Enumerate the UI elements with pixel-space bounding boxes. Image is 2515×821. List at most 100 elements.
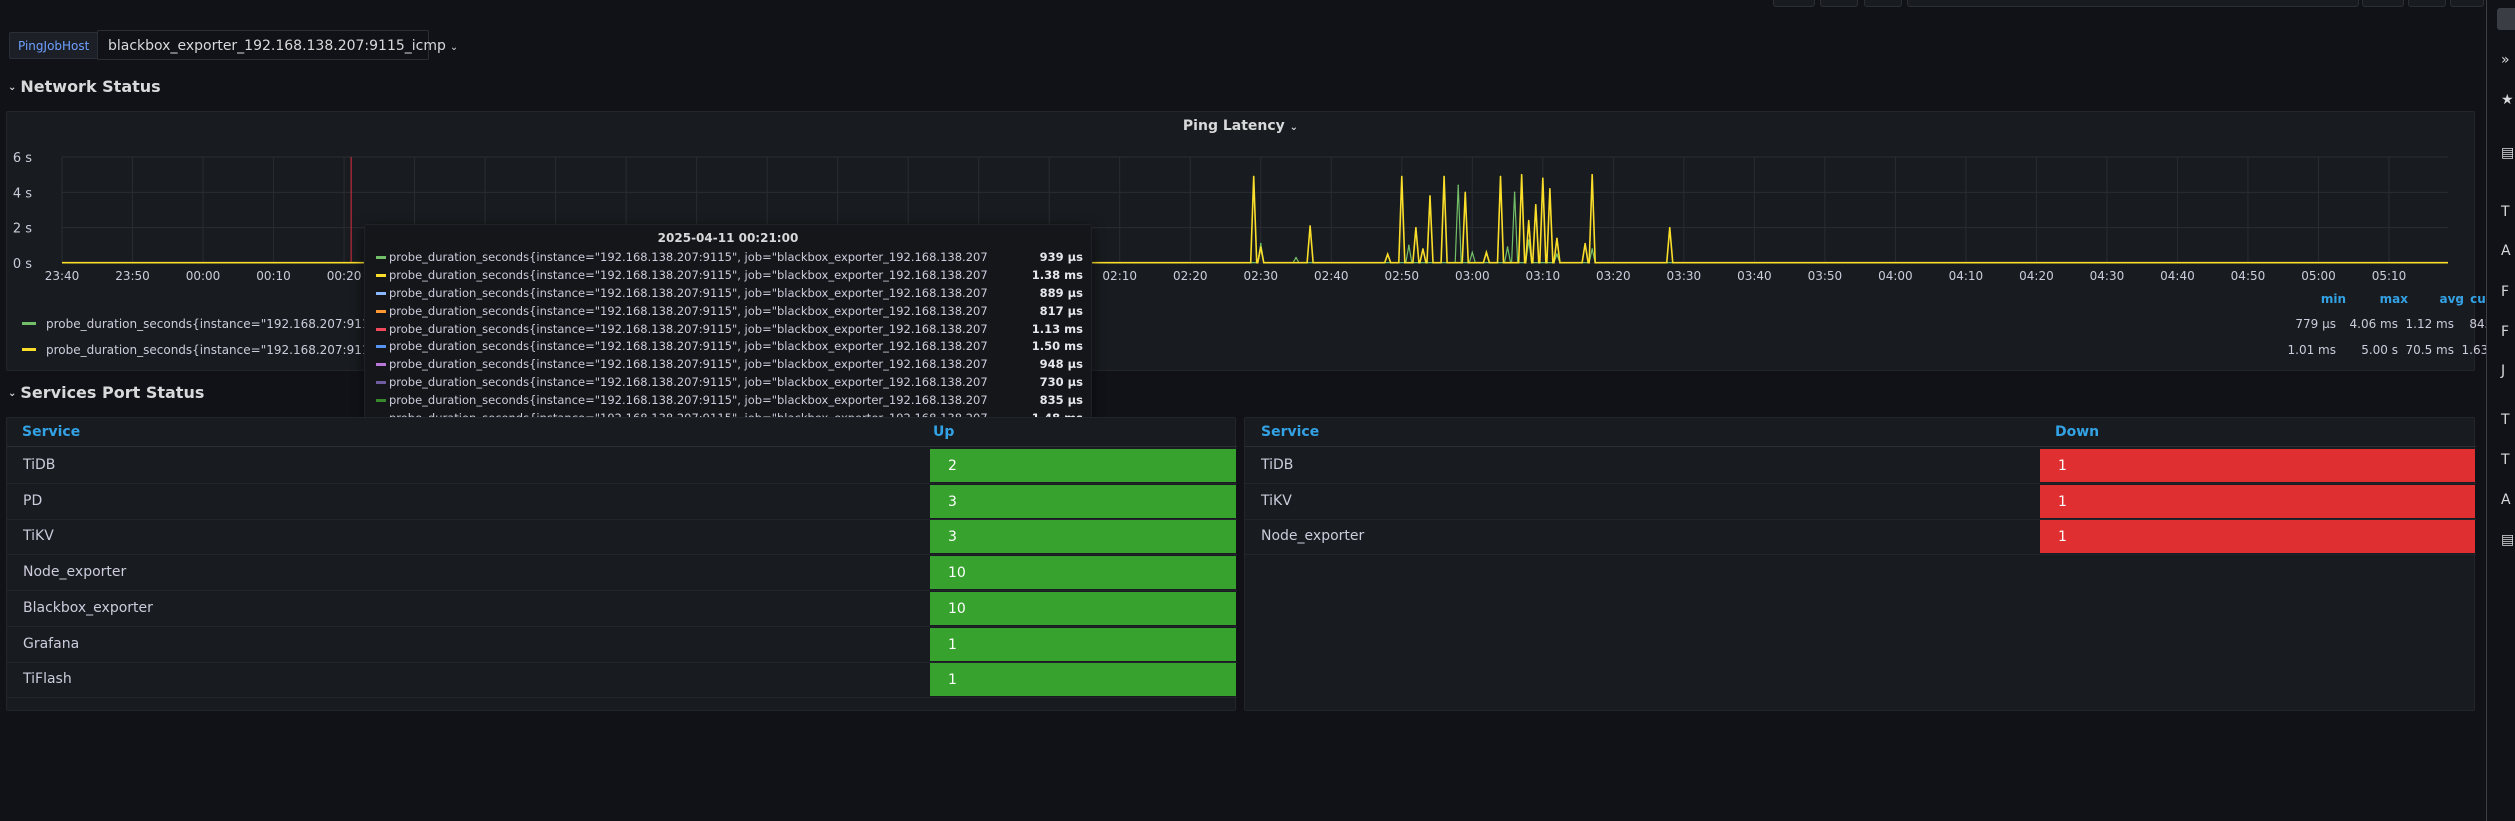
series-swatch (376, 399, 386, 403)
data-point (1584, 242, 1586, 245)
x-tick-label: 00:20 (327, 269, 362, 283)
data-point (1443, 175, 1445, 178)
y-tick-label: 2 s (13, 222, 32, 237)
legend-swatch (22, 322, 36, 325)
count-cell: 3 (930, 484, 1236, 518)
legend-header-min[interactable]: min (2286, 292, 2346, 306)
x-tick-label: 03:00 (1455, 269, 1490, 283)
side-strip-item[interactable]: F (2501, 284, 2509, 300)
side-strip-item[interactable]: ▤ (2501, 145, 2514, 161)
data-point (1464, 191, 1467, 194)
service-name-cell: Blackbox_exporter (23, 599, 153, 616)
x-tick-label: 03:20 (1596, 269, 1631, 283)
count-cell: 1 (930, 663, 1236, 697)
side-strip-item[interactable]: T (2501, 204, 2510, 220)
x-tick-label: 03:30 (1667, 269, 1702, 283)
service-name-cell: Node_exporter (1261, 528, 1365, 545)
service-name-cell: TiDB (23, 457, 56, 473)
tooltip-row: probe_duration_seconds{instance="192.168… (365, 267, 1091, 285)
table-row: TiKV 3 (7, 519, 1237, 556)
tooltip-series-name: probe_duration_seconds{instance="192.168… (389, 393, 989, 408)
legend-header-avg[interactable]: avg (2404, 292, 2464, 306)
services-down-panel: Service Down TiDB 1 TiKV 1 Node_exporter 1 (1244, 417, 2476, 711)
data-point (1471, 251, 1474, 254)
legend-item[interactable]: probe_duration_seconds{instance="192.168… (22, 343, 386, 357)
tooltip-row: probe_duration_seconds{instance="192.168… (365, 356, 1091, 374)
y-tick-label: 6 s (13, 151, 32, 166)
count-cell: 2 (930, 449, 1236, 482)
tooltip-series-value: 1.13 ms (1031, 321, 1083, 336)
services-up-panel: Service Up TiDB 2 PD 3 TiKV 3 Node_exporter 10 B… (6, 417, 1237, 711)
series-swatch (376, 345, 386, 349)
tooltip-series-name: probe_duration_seconds{instance="192.168… (389, 303, 989, 318)
tooltip-row: probe_duration_seconds{instance="192.168… (365, 392, 1091, 410)
tooltip-row: probe_duration_seconds{instance="192.168… (365, 285, 1091, 303)
side-strip-item[interactable]: » (2501, 52, 2510, 68)
table-row: Node_exporter 1 (1245, 519, 2476, 556)
table-row: TiFlash 1 (7, 662, 1237, 699)
count-cell: 10 (930, 591, 1236, 625)
y-tick-label: 4 s (13, 186, 32, 201)
tooltip-time: 2025-04-11 00:21:00 (657, 231, 799, 245)
side-strip-item[interactable]: J (2501, 363, 2505, 379)
side-strip-item[interactable]: ▤ (2501, 532, 2514, 548)
tooltip-series-value: 1.38 ms (1031, 267, 1083, 282)
tab-handle[interactable] (2497, 8, 2515, 30)
side-strip-item[interactable]: A (2501, 492, 2511, 508)
data-point (1513, 191, 1516, 194)
column-header-service[interactable]: Service (22, 424, 80, 440)
count-cell: 1 (2040, 520, 2475, 554)
data-point (1534, 203, 1537, 206)
tooltip-series-name: probe_duration_seconds{instance="192.168… (389, 285, 989, 300)
x-tick-label: 04:00 (1878, 269, 1913, 283)
data-point (1415, 226, 1417, 229)
service-name-cell: Grafana (23, 635, 80, 652)
data-point (1429, 195, 1431, 197)
data-point (1400, 175, 1403, 178)
legend-value-min: 779 µs (2295, 317, 2336, 331)
tooltip-series-value: 939 µs (1039, 250, 1083, 264)
column-header-service[interactable]: Service (1261, 424, 1319, 440)
x-tick-label: 04:30 (2090, 269, 2125, 283)
tooltip-series-value: 948 µs (1039, 357, 1083, 372)
y-tick-label: 0 s (13, 257, 32, 272)
tooltip-series-name: probe_duration_seconds{instance="192.168… (389, 339, 989, 354)
x-tick-label: 02:40 (1314, 269, 1349, 283)
table-row: TiDB 1 (1245, 448, 2476, 484)
side-strip-item[interactable]: T (2501, 412, 2510, 428)
header-divider (1245, 446, 2476, 447)
x-tick-label: 03:40 (1737, 269, 1772, 283)
chevron-down-icon: ⌄ (8, 388, 17, 399)
data-point (1520, 173, 1523, 176)
side-strip-item[interactable]: ★ (2501, 92, 2514, 108)
row-title: Services Port Status (20, 383, 205, 402)
header-divider (7, 446, 1237, 447)
series-swatch (376, 327, 386, 331)
side-strip-item[interactable]: A (2501, 243, 2511, 259)
x-tick-label: 02:20 (1173, 269, 1208, 283)
x-tick-label: 04:20 (2019, 269, 2054, 283)
data-point (1309, 225, 1311, 227)
side-panel-strip: » ★ ▤ T A F F J T T A ▤ (2486, 0, 2515, 821)
legend-item[interactable]: probe_duration_seconds{instance="192.168… (22, 317, 386, 331)
service-name-cell: TiKV (23, 528, 54, 545)
side-strip-item[interactable]: T (2501, 452, 2510, 468)
tooltip-row: probe_duration_seconds{instance="192.168… (365, 374, 1091, 392)
tooltip-series-name: probe_duration_seconds{instance="192.168… (389, 267, 989, 282)
tooltip-series-value: 1.50 ms (1031, 339, 1083, 354)
legend-header-max[interactable]: max (2348, 292, 2408, 306)
side-strip-item[interactable]: F (2501, 324, 2509, 340)
legend-value-min: 1.01 ms (2287, 343, 2336, 357)
tooltip-row: probe_duration_seconds{instance="192.168… (365, 321, 1091, 339)
data-point (1668, 226, 1671, 229)
x-tick-label: 05:00 (2301, 269, 2336, 283)
row-services-port-status[interactable]: ⌄ Services Port Status (8, 383, 204, 402)
chart-tooltip: 2025-04-11 00:21:00 probe_duration_secon… (364, 224, 1092, 438)
column-header-down[interactable]: Down (2055, 424, 2099, 440)
data-point (1408, 244, 1410, 247)
column-header-up[interactable]: Up (933, 424, 954, 440)
x-tick-label: 03:10 (1526, 269, 1561, 283)
legend-swatch (22, 348, 36, 351)
tooltip-series-value: 889 µs (1039, 285, 1083, 300)
x-tick-label: 02:30 (1243, 269, 1278, 283)
